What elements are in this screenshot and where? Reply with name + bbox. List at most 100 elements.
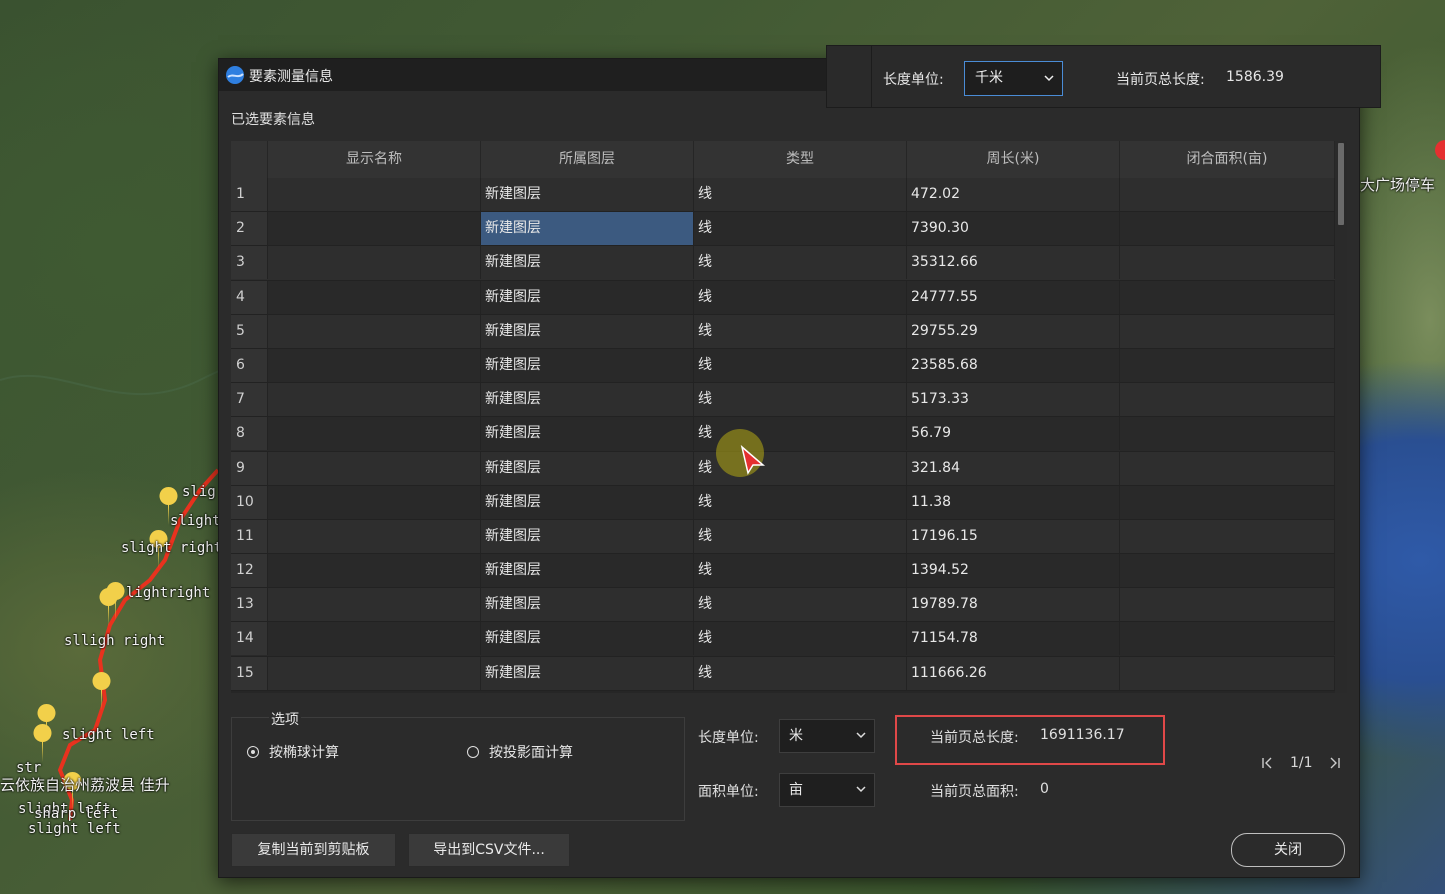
cell-display-name[interactable]: [268, 246, 481, 280]
cell-index[interactable]: 14: [231, 622, 268, 656]
cell-layer[interactable]: 新建图层: [481, 348, 694, 382]
cell-index[interactable]: 6: [231, 348, 268, 382]
cell-index[interactable]: 10: [231, 485, 268, 519]
cell-type[interactable]: 线: [694, 485, 907, 519]
cell-index[interactable]: 8: [231, 417, 268, 451]
length-unit-select[interactable]: 米: [779, 719, 875, 753]
scrollbar-thumb[interactable]: [1338, 143, 1344, 225]
cell-area[interactable]: [1120, 246, 1335, 280]
cell-area[interactable]: [1120, 451, 1335, 485]
copy-to-clipboard-button[interactable]: 复制当前到剪贴板: [231, 833, 396, 867]
cell-layer[interactable]: 新建图层: [481, 622, 694, 656]
cell-area[interactable]: [1120, 554, 1335, 588]
cell-type[interactable]: 线: [694, 656, 907, 690]
cell-type[interactable]: 线: [694, 178, 907, 211]
cell-layer[interactable]: 新建图层: [481, 178, 694, 211]
cell-layer[interactable]: 新建图层: [481, 280, 694, 314]
cell-index[interactable]: 12: [231, 554, 268, 588]
cell-type[interactable]: 线: [694, 554, 907, 588]
last-page-icon[interactable]: [1329, 757, 1341, 769]
cell-display-name[interactable]: [268, 485, 481, 519]
cell-perimeter[interactable]: 71154.78: [907, 622, 1120, 656]
cell-area[interactable]: [1120, 485, 1335, 519]
cell-perimeter[interactable]: 23585.68: [907, 348, 1120, 382]
cell-perimeter[interactable]: 7390.30: [907, 212, 1120, 246]
table-row[interactable]: 8 新建图层线 56.79: [231, 417, 1335, 452]
table-row[interactable]: 14 新建图层线 71154.78: [231, 622, 1335, 657]
cell-area[interactable]: [1120, 588, 1335, 622]
header-type[interactable]: 类型: [694, 141, 907, 178]
table-row[interactable]: 2 新建图层线 7390.30: [231, 212, 1335, 247]
table-row[interactable]: 13 新建图层线 19789.78: [231, 588, 1335, 623]
cell-index[interactable]: 13: [231, 588, 268, 622]
table-row[interactable]: 7 新建图层线 5173.33: [231, 383, 1335, 418]
cell-index[interactable]: 3: [231, 246, 268, 280]
cell-layer[interactable]: 新建图层: [481, 246, 694, 280]
area-unit-select[interactable]: 亩: [779, 773, 875, 807]
cell-type[interactable]: 线: [694, 212, 907, 246]
cell-layer[interactable]: 新建图层: [481, 212, 694, 246]
cell-perimeter[interactable]: 321.84: [907, 451, 1120, 485]
cell-index[interactable]: 1: [231, 178, 268, 211]
header-display-name[interactable]: 显示名称: [268, 141, 481, 178]
cell-layer[interactable]: 新建图层: [481, 519, 694, 553]
radio-ellipsoid[interactable]: 按椭球计算: [247, 742, 339, 762]
cell-index[interactable]: 7: [231, 383, 268, 417]
cell-display-name[interactable]: [268, 178, 481, 211]
cell-area[interactable]: [1120, 212, 1335, 246]
cell-display-name[interactable]: [268, 383, 481, 417]
cell-layer[interactable]: 新建图层: [481, 485, 694, 519]
cell-type[interactable]: 线: [694, 314, 907, 348]
table-row[interactable]: 3 新建图层线 35312.66: [231, 246, 1335, 281]
cell-area[interactable]: [1120, 280, 1335, 314]
cell-perimeter[interactable]: 5173.33: [907, 383, 1120, 417]
cell-layer[interactable]: 新建图层: [481, 656, 694, 690]
export-csv-button[interactable]: 导出到CSV文件...: [408, 833, 570, 867]
cell-layer[interactable]: 新建图层: [481, 451, 694, 485]
cell-display-name[interactable]: [268, 212, 481, 246]
cell-area[interactable]: [1120, 348, 1335, 382]
cell-type[interactable]: 线: [694, 622, 907, 656]
cell-layer[interactable]: 新建图层: [481, 417, 694, 451]
cell-display-name[interactable]: [268, 519, 481, 553]
cell-perimeter[interactable]: 472.02: [907, 178, 1120, 211]
cell-type[interactable]: 线: [694, 588, 907, 622]
cell-area[interactable]: [1120, 417, 1335, 451]
cell-display-name[interactable]: [268, 280, 481, 314]
cell-index[interactable]: 5: [231, 314, 268, 348]
cell-type[interactable]: 线: [694, 280, 907, 314]
cell-perimeter[interactable]: 17196.15: [907, 519, 1120, 553]
table-row[interactable]: 11 新建图层线 17196.15: [231, 519, 1335, 555]
cell-index[interactable]: 11: [231, 519, 268, 553]
cell-display-name[interactable]: [268, 417, 481, 451]
close-button[interactable]: 关闭: [1231, 833, 1345, 867]
cell-perimeter[interactable]: 29755.29: [907, 314, 1120, 348]
table-row[interactable]: 4 新建图层线 24777.55: [231, 280, 1335, 315]
cell-area[interactable]: [1120, 314, 1335, 348]
cell-layer[interactable]: 新建图层: [481, 314, 694, 348]
cell-layer[interactable]: 新建图层: [481, 383, 694, 417]
cell-perimeter[interactable]: 11.38: [907, 485, 1120, 519]
cell-display-name[interactable]: [268, 622, 481, 656]
table-row[interactable]: 9 新建图层线 321.84: [231, 451, 1335, 486]
cell-display-name[interactable]: [268, 588, 481, 622]
cell-area[interactable]: [1120, 656, 1335, 690]
cell-display-name[interactable]: [268, 554, 481, 588]
cell-index[interactable]: 15: [231, 656, 268, 690]
table-scrollbar[interactable]: [1335, 141, 1347, 693]
header-layer[interactable]: 所属图层: [481, 141, 694, 178]
header-area[interactable]: 闭合面积(亩): [1120, 141, 1335, 178]
cell-type[interactable]: 线: [694, 246, 907, 280]
cell-type[interactable]: 线: [694, 383, 907, 417]
cell-area[interactable]: [1120, 383, 1335, 417]
cell-perimeter[interactable]: 35312.66: [907, 246, 1120, 280]
cell-area[interactable]: [1120, 622, 1335, 656]
overlay-length-unit-select[interactable]: 千米: [964, 61, 1063, 96]
cell-display-name[interactable]: [268, 656, 481, 690]
cell-perimeter[interactable]: 24777.55: [907, 280, 1120, 314]
cell-display-name[interactable]: [268, 314, 481, 348]
cell-index[interactable]: 4: [231, 280, 268, 314]
cell-layer[interactable]: 新建图层: [481, 554, 694, 588]
cell-perimeter[interactable]: 111666.26: [907, 656, 1120, 690]
cell-type[interactable]: 线: [694, 519, 907, 553]
